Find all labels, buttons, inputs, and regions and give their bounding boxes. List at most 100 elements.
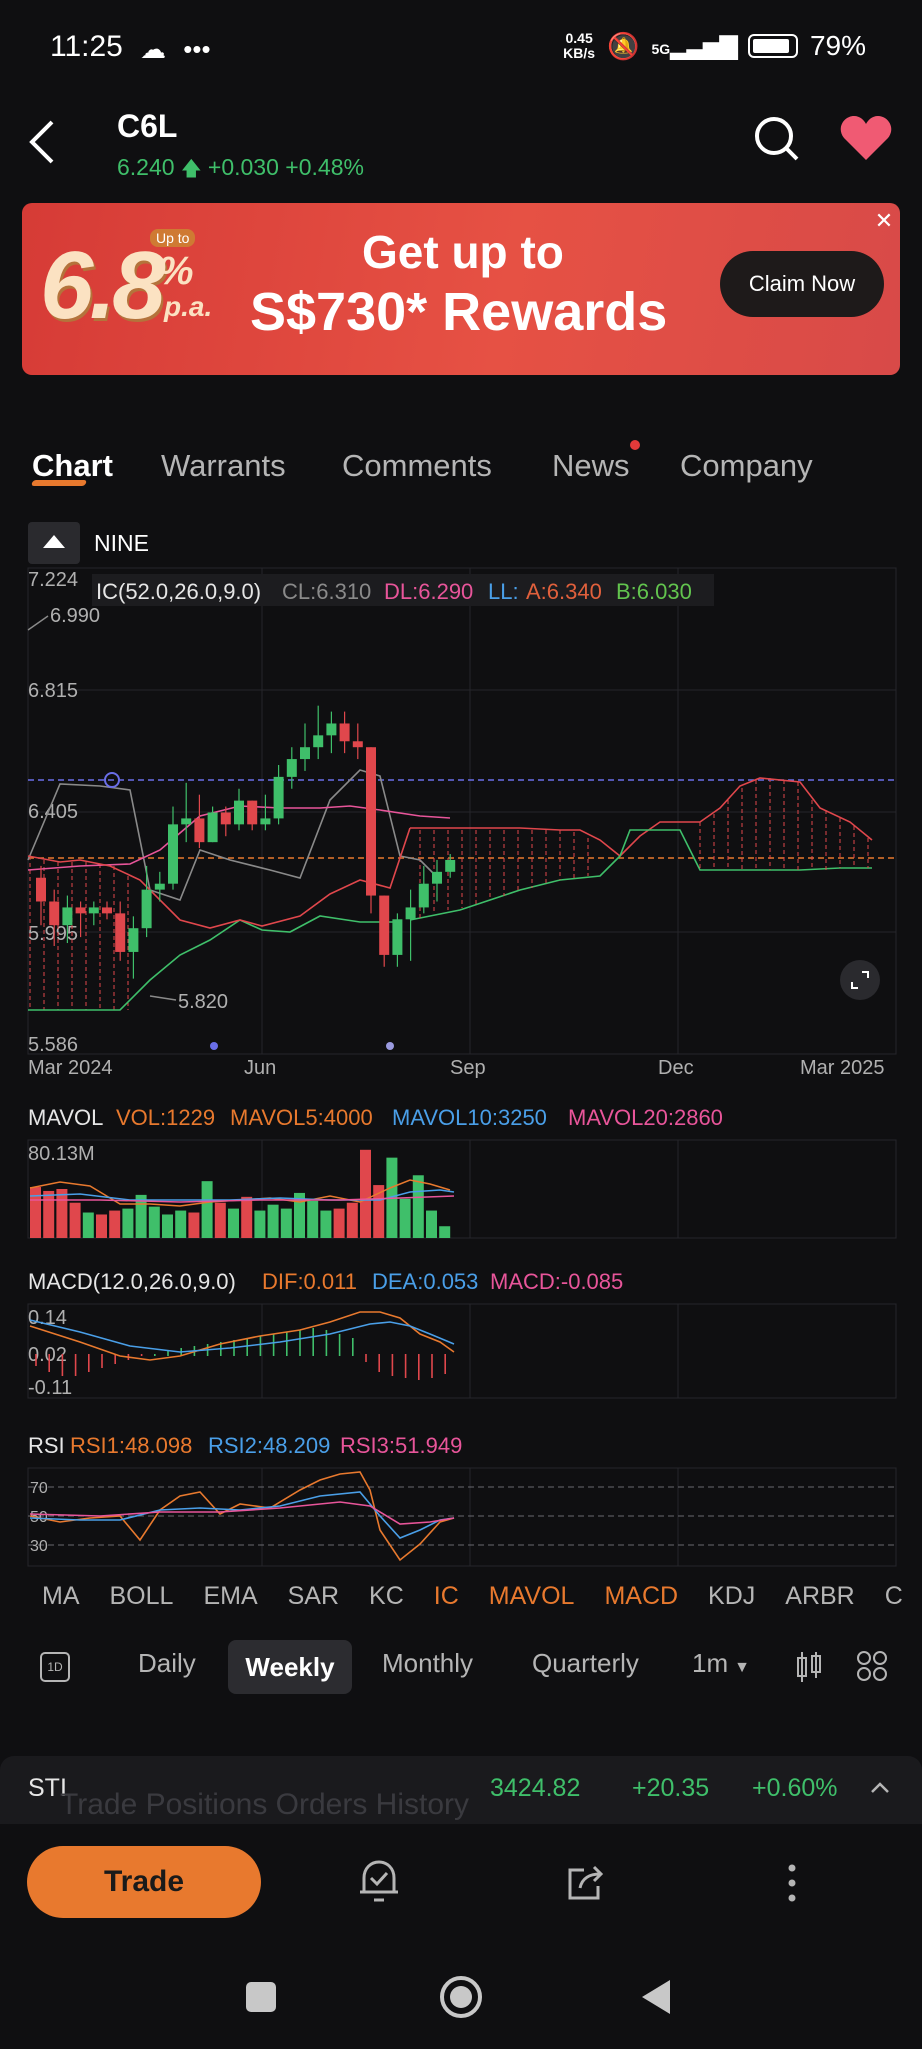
claim-now-button[interactable]: Claim Now xyxy=(720,251,884,317)
indicator-boll[interactable]: BOLL xyxy=(110,1582,174,1611)
period-weekly[interactable]: Weekly xyxy=(228,1640,352,1694)
candle-body xyxy=(168,824,178,884)
candle-body xyxy=(62,907,73,926)
mute-icon: 🔕 xyxy=(607,30,640,61)
promo-banner[interactable]: 6.8 Up to % p.a. Get up to S$730* Reward… xyxy=(22,203,900,375)
back-nav-icon[interactable] xyxy=(640,1978,674,2016)
tab-news[interactable]: News xyxy=(552,448,630,484)
volume-bar xyxy=(228,1208,239,1238)
back-arrow-icon xyxy=(29,120,54,164)
indicator-arbr[interactable]: ARBR xyxy=(785,1582,854,1611)
period-minute-dropdown[interactable]: 1m ▼ xyxy=(692,1648,750,1679)
rsi2-line xyxy=(29,1491,455,1539)
status-time: 11:25 xyxy=(50,30,123,63)
volume-bar xyxy=(426,1210,437,1238)
share-icon[interactable] xyxy=(564,1862,606,1902)
recents-icon[interactable] xyxy=(246,1982,276,2012)
fullscreen-button[interactable] xyxy=(840,960,880,1000)
rsi1-value: RSI1:48.098 xyxy=(70,1433,192,1458)
grid-layout-icon[interactable] xyxy=(856,1650,888,1682)
volume-bar xyxy=(333,1208,345,1238)
volume-bar xyxy=(280,1208,292,1238)
date-axis-label: Jun xyxy=(244,1057,276,1079)
candle-body xyxy=(88,907,99,914)
indicator-ic[interactable]: IC xyxy=(434,1582,459,1611)
period-quarterly[interactable]: Quarterly xyxy=(532,1648,639,1679)
candle-body xyxy=(418,883,429,908)
indicator-ma[interactable]: MA xyxy=(42,1582,80,1611)
search-button[interactable] xyxy=(752,114,802,164)
volume-bar xyxy=(214,1202,226,1238)
volume-bar xyxy=(267,1204,279,1238)
candle-body xyxy=(392,919,403,955)
candle-body xyxy=(300,747,310,760)
period-1d-icon[interactable]: 1D xyxy=(40,1652,70,1682)
watchlist-button[interactable] xyxy=(838,114,894,164)
signal-icon: 5G▂▃▅▇ xyxy=(651,32,738,60)
trade-button[interactable]: Trade xyxy=(27,1846,261,1918)
candle-body xyxy=(352,741,363,748)
rsi-axis-label: 70 xyxy=(30,1480,48,1497)
more-dots-icon: ••• xyxy=(183,34,211,64)
mavol-vol: VOL:1229 xyxy=(116,1105,215,1130)
tab-active-indicator xyxy=(30,480,88,486)
candle-body xyxy=(247,800,258,825)
event-dot[interactable] xyxy=(386,1042,394,1050)
chart-area[interactable]: IC(52.0,26.0,9.0) CL:6.310 DL:6.290 LL: … xyxy=(0,560,922,1570)
close-icon[interactable]: ✕ xyxy=(872,209,896,233)
high-annotation: 6.990 xyxy=(50,605,100,627)
volume-bar xyxy=(307,1200,319,1238)
indicator-more[interactable]: C xyxy=(885,1582,903,1611)
volume-bar xyxy=(30,1187,41,1238)
candle-body xyxy=(273,776,284,819)
index-value: 3424.82 xyxy=(490,1774,581,1802)
period-monthly[interactable]: Monthly xyxy=(382,1648,473,1679)
indicator-ema[interactable]: EMA xyxy=(203,1582,257,1611)
ic-legend-cl: CL:6.310 xyxy=(282,579,371,604)
indicator-kdj[interactable]: KDJ xyxy=(708,1582,755,1611)
ic-cl-line xyxy=(27,769,441,901)
price-axis-label: 5.995 xyxy=(28,923,78,945)
volume-bar xyxy=(201,1181,213,1238)
candle-body xyxy=(326,723,337,736)
indicator-mavol[interactable]: MAVOL xyxy=(489,1582,575,1611)
collapse-chart-button[interactable] xyxy=(28,522,80,564)
candle-body xyxy=(366,747,376,896)
home-icon[interactable] xyxy=(438,1974,484,2020)
price-alert-bell-icon[interactable] xyxy=(356,1856,402,1906)
candle-body xyxy=(207,812,218,843)
macd-axis-label: -0.11 xyxy=(28,1377,72,1399)
indicator-sar[interactable]: SAR xyxy=(288,1582,339,1611)
indicator-macd[interactable]: MACD xyxy=(604,1582,678,1611)
indicator-kc[interactable]: KC xyxy=(369,1582,404,1611)
volume-bar xyxy=(43,1190,55,1238)
more-options-icon[interactable] xyxy=(784,1860,800,1906)
network-speed: 0.45 KB/s xyxy=(563,30,596,61)
volume-bar xyxy=(346,1202,358,1238)
candle-body xyxy=(379,895,390,955)
tab-company[interactable]: Company xyxy=(680,448,813,484)
macd-dea: DEA:0.053 xyxy=(372,1269,478,1294)
candle-body xyxy=(181,818,192,825)
up-arrow-icon: 🡅 xyxy=(180,158,202,180)
candle-style-icon[interactable] xyxy=(794,1650,824,1684)
mavol-ma20: MAVOL20:2860 xyxy=(568,1105,723,1130)
battery-icon xyxy=(747,34,798,58)
cloud-game-icon: ☁ xyxy=(140,34,166,64)
volume-bar xyxy=(412,1175,424,1238)
tab-chart[interactable]: Chart xyxy=(32,448,113,484)
rsi-grid xyxy=(27,1467,897,1567)
candle-body xyxy=(36,877,46,902)
event-dot[interactable] xyxy=(210,1042,218,1050)
period-daily[interactable]: Daily xyxy=(138,1648,196,1679)
back-button[interactable] xyxy=(22,112,72,172)
price-change: +0.030 xyxy=(207,154,279,180)
macd-histogram xyxy=(35,1328,447,1380)
rsi3-value: RSI3:51.949 xyxy=(340,1433,462,1458)
candle-body xyxy=(445,859,456,872)
tab-comments[interactable]: Comments xyxy=(342,448,492,484)
chevron-up-icon[interactable] xyxy=(868,1778,892,1798)
volume-bar xyxy=(82,1212,94,1238)
ic-legend-title: IC(52.0,26.0,9.0) xyxy=(96,579,261,604)
tab-warrants[interactable]: Warrants xyxy=(161,448,286,484)
